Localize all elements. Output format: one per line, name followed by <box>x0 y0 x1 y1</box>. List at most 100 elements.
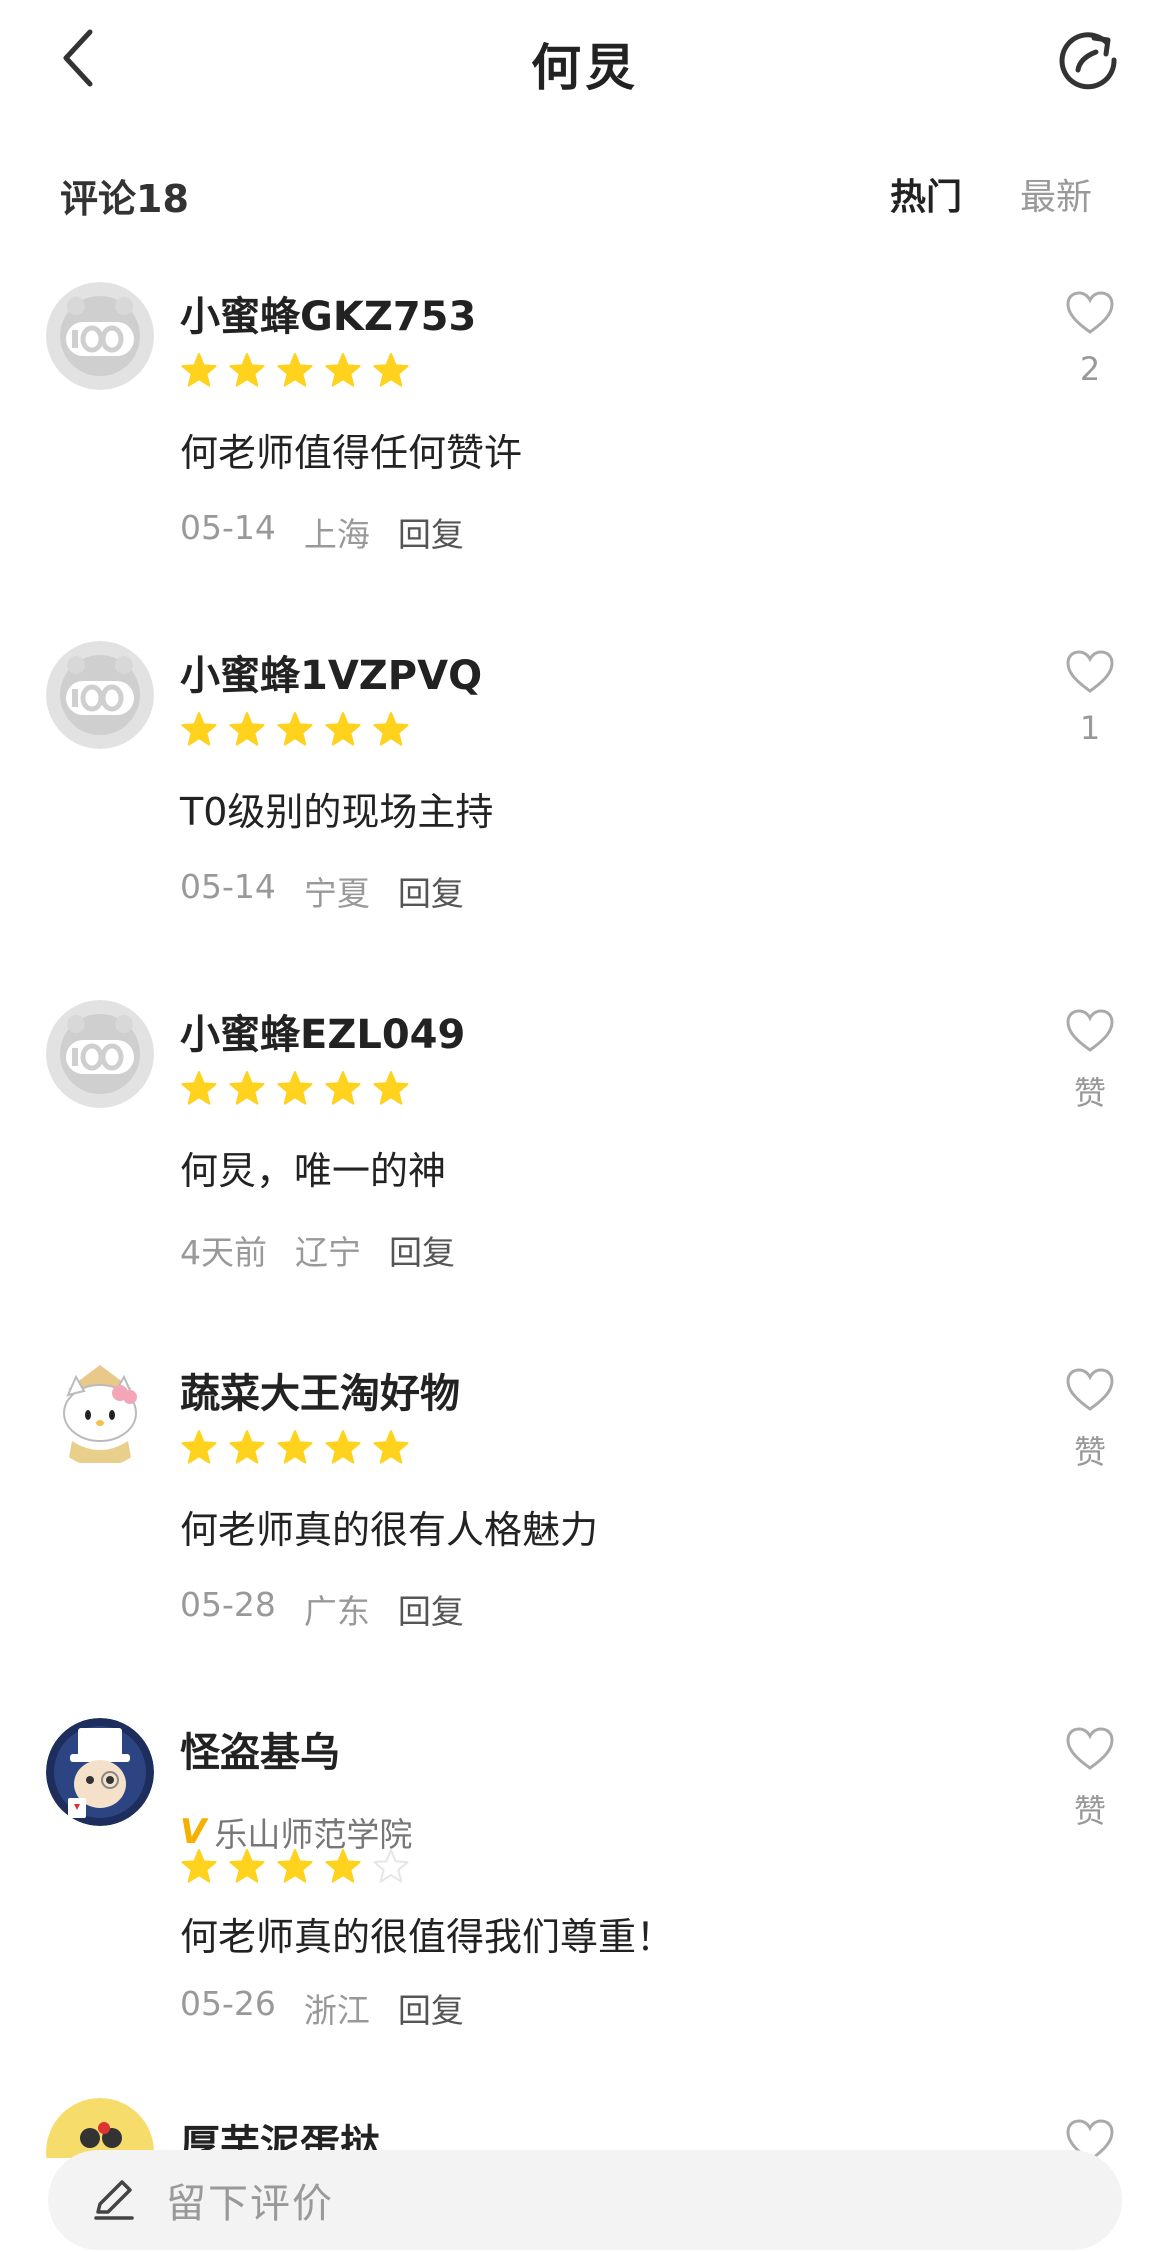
comment-meta: 05-14 上海 回复 <box>180 508 464 556</box>
yellow-avatar-icon <box>46 2098 154 2158</box>
like-label: 赞 <box>1073 1792 1106 1830</box>
star-filled-icon <box>277 1849 313 1883</box>
like-button[interactable]: 赞 <box>1060 1726 1120 1832</box>
comment-date: 05-14 <box>180 867 276 906</box>
comment-meta: 4天前 辽宁 回复 <box>180 1226 455 1274</box>
avatar[interactable] <box>46 282 154 390</box>
comment-date: 4天前 <box>180 1233 267 1272</box>
star-empty-icon <box>373 1849 409 1883</box>
like-label: 赞 <box>1073 1074 1106 1112</box>
star-filled-icon <box>277 1430 313 1464</box>
avatar[interactable] <box>46 641 154 749</box>
like-button[interactable]: 赞 <box>1060 1367 1120 1473</box>
pen-icon <box>94 2180 134 2220</box>
star-filled-icon <box>325 712 361 746</box>
star-rating <box>180 1070 410 1108</box>
heart-icon <box>1066 1009 1114 1052</box>
reply-button[interactable]: 回复 <box>398 508 464 556</box>
star-rating <box>180 352 410 390</box>
comment-item: 小蜜蜂1VZPVQ T0级别的现场主持 05-14 宁夏 回复 1 <box>0 629 1170 988</box>
comment-item: 蔬菜大王淘好物 何老师真的很有人格魅力 05-28 广东 回复 赞 <box>0 1347 1170 1706</box>
comment-text: 何老师值得任何赞许 <box>180 431 523 475</box>
avatar[interactable] <box>46 1000 154 1108</box>
comment-location: 宁夏 <box>303 874 370 913</box>
sort-new-tab[interactable]: 最新 <box>1020 168 1092 220</box>
page-title: 何炅 <box>531 39 639 97</box>
star-rating <box>180 1848 410 1886</box>
comment-item: 小蜜蜂GKZ753 何老师值得任何赞许 05-14 上海 回复 2 <box>0 270 1170 629</box>
share-button[interactable] <box>1056 28 1120 92</box>
star-filled-icon <box>325 1430 361 1464</box>
avatar[interactable] <box>46 2098 154 2158</box>
comment-text: 何老师真的很值得我们尊重！ <box>180 1915 675 1959</box>
star-filled-icon <box>229 1430 265 1464</box>
leave-review-input[interactable]: 留下评价 <box>48 2150 1122 2250</box>
username[interactable]: 怪盗基乌 <box>180 1720 340 1778</box>
hello-kitty-avatar-icon <box>46 1359 154 1467</box>
like-button[interactable]: 1 <box>1060 649 1120 747</box>
like-count: 2 <box>1079 350 1101 388</box>
star-filled-icon <box>229 1071 265 1105</box>
star-filled-icon <box>373 1430 409 1464</box>
avatar[interactable] <box>46 1359 154 1467</box>
star-filled-icon <box>181 353 217 387</box>
comments-count: 评论18 <box>60 177 189 221</box>
comment-date: 05-28 <box>180 1585 276 1624</box>
comment-item: 小蜜蜂EZL049 何炅，唯一的神 4天前 辽宁 回复 赞 <box>0 988 1170 1347</box>
reply-button[interactable]: 回复 <box>389 1226 455 1274</box>
username[interactable]: 小蜜蜂1VZPVQ <box>180 643 482 701</box>
comment-text: 何老师真的很有人格魅力 <box>180 1508 599 1552</box>
sort-hot-tab[interactable]: 热门 <box>890 168 962 220</box>
heart-icon <box>1066 650 1114 693</box>
like-button[interactable]: 赞 <box>1060 1008 1120 1114</box>
kid-kaito-avatar-icon <box>46 1718 154 1826</box>
username[interactable]: 蔬菜大王淘好物 <box>180 1361 460 1419</box>
star-filled-icon <box>181 1071 217 1105</box>
comment-text: 何炅，唯一的神 <box>180 1149 447 1193</box>
star-filled-icon <box>325 353 361 387</box>
star-rating <box>180 1429 410 1467</box>
comment-text: T0级别的现场主持 <box>180 790 494 834</box>
review-placeholder: 留下评价 <box>166 2181 334 2227</box>
star-filled-icon <box>181 1430 217 1464</box>
comment-location: 辽宁 <box>295 1233 361 1272</box>
username[interactable]: 小蜜蜂GKZ753 <box>180 284 476 342</box>
star-filled-icon <box>229 353 265 387</box>
comment-date: 05-26 <box>180 1984 276 2023</box>
default-avatar-icon <box>46 641 154 749</box>
comment-location: 广东 <box>303 1592 370 1631</box>
avatar[interactable] <box>46 1718 154 1826</box>
comment-meta: 05-26 浙江 回复 <box>180 1984 464 2032</box>
reply-button[interactable]: 回复 <box>398 1585 464 1633</box>
star-filled-icon <box>181 712 217 746</box>
comment-location: 浙江 <box>303 1991 370 2030</box>
star-filled-icon <box>181 1849 217 1883</box>
star-filled-icon <box>325 1849 361 1883</box>
reply-button[interactable]: 回复 <box>398 867 464 915</box>
star-filled-icon <box>277 1071 313 1105</box>
share-refresh-icon <box>1059 32 1117 90</box>
star-filled-icon <box>373 353 409 387</box>
comment-item: 怪盗基乌 V 乐山师范学院 何老师真的很值得我们尊重！ 05-26 浙江 回复 … <box>0 1706 1170 2096</box>
comment-date: 05-14 <box>180 508 276 547</box>
username[interactable]: 小蜜蜂EZL049 <box>180 1002 465 1060</box>
comment-location: 上海 <box>303 515 370 554</box>
comment-list: 小蜜蜂GKZ753 何老师值得任何赞许 05-14 上海 回复 2 小蜜蜂1VZ… <box>0 270 1170 2096</box>
reply-button[interactable]: 回复 <box>398 1984 464 2032</box>
like-button[interactable]: 2 <box>1060 290 1120 388</box>
default-avatar-icon <box>46 1000 154 1108</box>
like-label: 赞 <box>1073 1433 1106 1471</box>
comments-header: 评论18 热门 最新 <box>0 160 1170 230</box>
star-filled-icon <box>229 1849 265 1883</box>
comment-meta: 05-28 广东 回复 <box>180 1585 464 1633</box>
heart-icon <box>1066 291 1114 334</box>
star-rating <box>180 711 410 749</box>
heart-icon <box>1066 1727 1114 1770</box>
heart-icon <box>1066 1368 1114 1411</box>
star-filled-icon <box>325 1071 361 1105</box>
verified-v-icon: V <box>180 1812 207 1852</box>
star-filled-icon <box>277 353 313 387</box>
comment-meta: 05-14 宁夏 回复 <box>180 867 464 915</box>
top-nav-bar: 何炅 <box>0 0 1170 120</box>
star-filled-icon <box>373 1071 409 1105</box>
